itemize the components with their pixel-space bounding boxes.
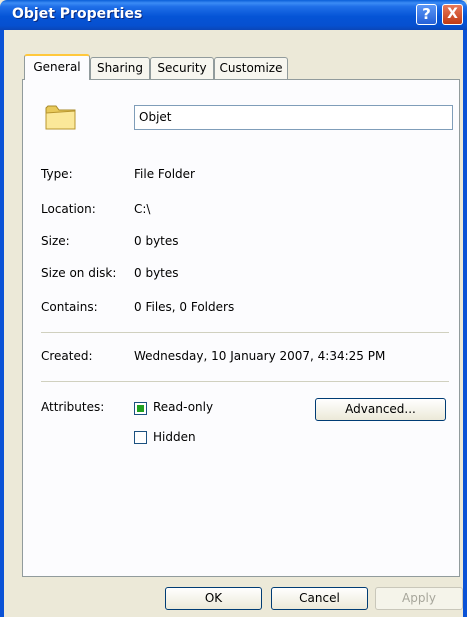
help-icon: ?	[422, 5, 431, 23]
advanced-button[interactable]: Advanced...	[315, 398, 446, 421]
separator	[41, 381, 449, 382]
ok-button-label: OK	[204, 591, 223, 605]
general-tab-panel	[22, 79, 460, 577]
tab-customize-label: Customize	[219, 61, 283, 75]
type-label: Type:	[41, 167, 73, 181]
hidden-checkbox[interactable]	[134, 431, 147, 444]
properties-dialog: Objet Properties ? X Sharing Security Cu…	[0, 0, 467, 617]
tab-general[interactable]: General	[24, 54, 90, 80]
folder-name-field[interactable]: Objet	[134, 105, 453, 130]
apply-button-label: Apply	[402, 591, 436, 605]
contains-label: Contains:	[41, 300, 98, 314]
folder-icon	[45, 105, 76, 130]
read-only-label[interactable]: Read-only	[153, 400, 213, 414]
cancel-button-label: Cancel	[299, 591, 340, 605]
close-button[interactable]: X	[442, 4, 463, 25]
created-value: Wednesday, 10 January 2007, 4:34:25 PM	[134, 349, 386, 363]
help-button[interactable]: ?	[416, 4, 437, 25]
contains-value: 0 Files, 0 Folders	[134, 300, 235, 314]
apply-button[interactable]: Apply	[375, 587, 463, 610]
folder-name-value: Objet	[139, 110, 172, 124]
size-on-disk-value: 0 bytes	[134, 266, 179, 280]
tab-general-label: General	[33, 60, 81, 74]
attributes-label: Attributes:	[41, 400, 105, 414]
size-value: 0 bytes	[134, 234, 179, 248]
title-bar[interactable]: Objet Properties ? X	[0, 0, 467, 30]
cancel-button[interactable]: Cancel	[271, 587, 368, 610]
tab-customize[interactable]: Customize	[214, 57, 288, 79]
location-label: Location:	[41, 202, 96, 216]
window-title: Objet Properties	[12, 6, 143, 22]
size-label: Size:	[41, 234, 70, 248]
window-border-right	[463, 30, 467, 617]
hidden-label[interactable]: Hidden	[153, 430, 196, 444]
size-on-disk-label: Size on disk:	[41, 266, 117, 280]
advanced-button-label: Advanced...	[345, 402, 416, 416]
created-label: Created:	[41, 349, 93, 363]
tab-security-label: Security	[157, 61, 207, 75]
location-value: C:\	[134, 202, 151, 216]
ok-button[interactable]: OK	[165, 587, 262, 610]
separator	[41, 332, 449, 333]
read-only-checkbox[interactable]	[134, 402, 147, 415]
tab-sharing-label: Sharing	[96, 61, 144, 75]
window-border-left	[0, 30, 4, 617]
tab-security[interactable]: Security	[150, 57, 214, 79]
tab-sharing[interactable]: Sharing	[90, 57, 150, 79]
close-icon: X	[447, 6, 458, 22]
indeterminate-mark-icon	[137, 405, 144, 412]
type-value: File Folder	[134, 167, 195, 181]
